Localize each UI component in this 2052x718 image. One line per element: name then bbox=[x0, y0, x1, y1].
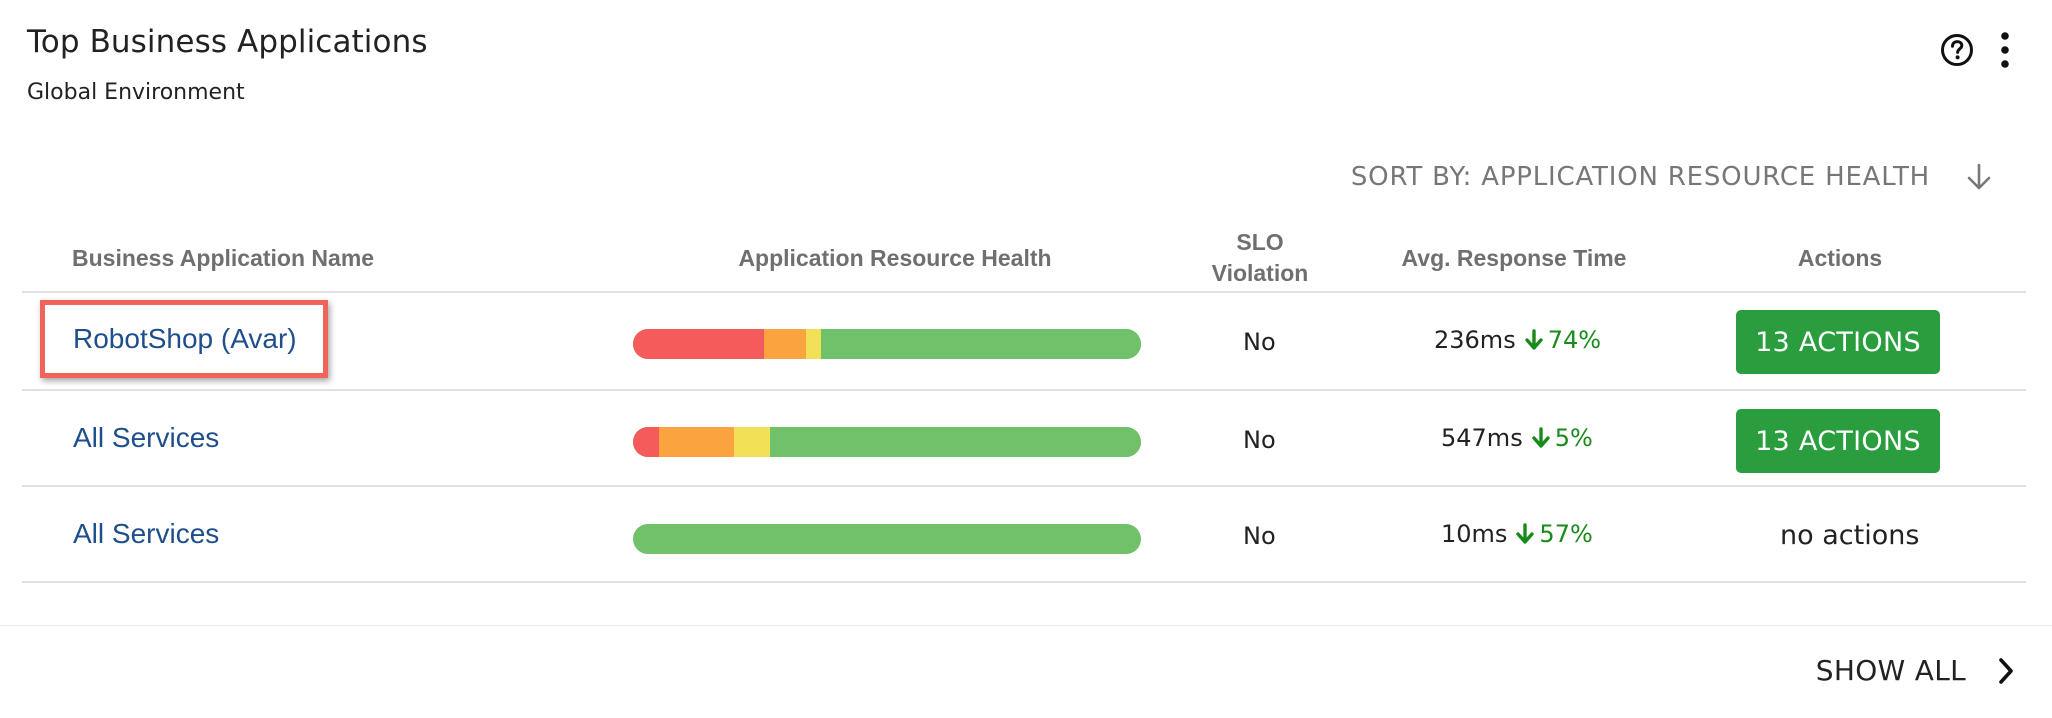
column-header-name: Business Application Name bbox=[72, 245, 375, 271]
widget-subtitle: Global Environment bbox=[27, 80, 245, 105]
response-change: 5% bbox=[1554, 424, 1593, 452]
actions-button-row-2[interactable]: 13 ACTIONS bbox=[1736, 409, 1940, 473]
response-ms: 547ms bbox=[1441, 424, 1523, 452]
app-link-row-3[interactable]: All Services bbox=[73, 518, 219, 550]
response-time-row-2: 547ms 5% bbox=[1441, 424, 1593, 452]
response-change: 74% bbox=[1547, 326, 1602, 354]
arrow-down-icon bbox=[1516, 523, 1535, 544]
actions-button-row-1[interactable]: 13 ACTIONS bbox=[1736, 310, 1940, 374]
row-divider bbox=[22, 389, 2026, 391]
row-divider bbox=[22, 581, 2026, 583]
arrow-down-icon[interactable] bbox=[1966, 162, 1992, 192]
response-change: 57% bbox=[1539, 520, 1593, 548]
app-link-row-2[interactable]: All Services bbox=[73, 422, 219, 454]
health-segment-red bbox=[633, 427, 660, 457]
help-circle-icon[interactable] bbox=[1940, 33, 1974, 67]
footer-divider bbox=[0, 625, 2052, 626]
row-divider bbox=[22, 485, 2026, 487]
health-segment-green bbox=[633, 524, 1141, 554]
column-header-slo-line2: Violation bbox=[1211, 260, 1309, 286]
column-header-slo-line1: SLO bbox=[1236, 229, 1284, 255]
response-ms: 236ms bbox=[1434, 326, 1516, 354]
health-segment-green bbox=[769, 427, 1141, 457]
arrow-down-icon bbox=[1532, 427, 1550, 448]
column-header-health: Application Resource Health bbox=[738, 245, 1052, 271]
health-bar-row-2 bbox=[633, 427, 1141, 457]
more-vertical-icon[interactable] bbox=[1997, 30, 2013, 70]
column-header-actions: Actions bbox=[1797, 245, 1883, 271]
health-bar-row-3 bbox=[633, 524, 1141, 554]
top-business-applications-widget: Top Business Applications Global Environ… bbox=[0, 0, 2052, 718]
response-ms: 10ms bbox=[1441, 520, 1508, 548]
slo-violation-row-2: No bbox=[1243, 426, 1276, 454]
slo-violation-row-3: No bbox=[1243, 522, 1276, 550]
sort-control[interactable]: SORT BY: APPLICATION RESOURCE HEALTH bbox=[1351, 162, 1992, 192]
header-divider bbox=[22, 291, 2026, 293]
widget-title: Top Business Applications bbox=[27, 24, 428, 60]
response-time-row-3: 10ms 57% bbox=[1441, 520, 1593, 548]
show-all-link[interactable]: SHOW ALL bbox=[1816, 654, 2016, 687]
health-segment-yellow bbox=[805, 329, 821, 359]
response-time-row-1: 236ms 74% bbox=[1434, 326, 1601, 354]
column-header-slo: SLO Violation bbox=[1180, 227, 1340, 289]
health-segment-red bbox=[633, 329, 765, 359]
show-all-label: SHOW ALL bbox=[1815, 654, 1966, 687]
app-link-row-1[interactable]: RobotShop (Avar) bbox=[73, 323, 297, 355]
health-segment-green bbox=[820, 329, 1141, 359]
health-bar-row-1 bbox=[633, 329, 1141, 359]
column-header-response: Avg. Response Time bbox=[1401, 245, 1627, 271]
chevron-right-icon bbox=[1999, 657, 2013, 684]
arrow-down-icon bbox=[1525, 329, 1543, 350]
slo-violation-row-1: No bbox=[1243, 328, 1276, 356]
health-segment-yellow bbox=[734, 427, 770, 457]
no-actions-label-row-3: no actions bbox=[1780, 520, 1920, 551]
health-segment-orange bbox=[659, 427, 735, 457]
sort-label: SORT BY: APPLICATION RESOURCE HEALTH bbox=[1350, 162, 1930, 192]
health-segment-orange bbox=[764, 329, 806, 359]
